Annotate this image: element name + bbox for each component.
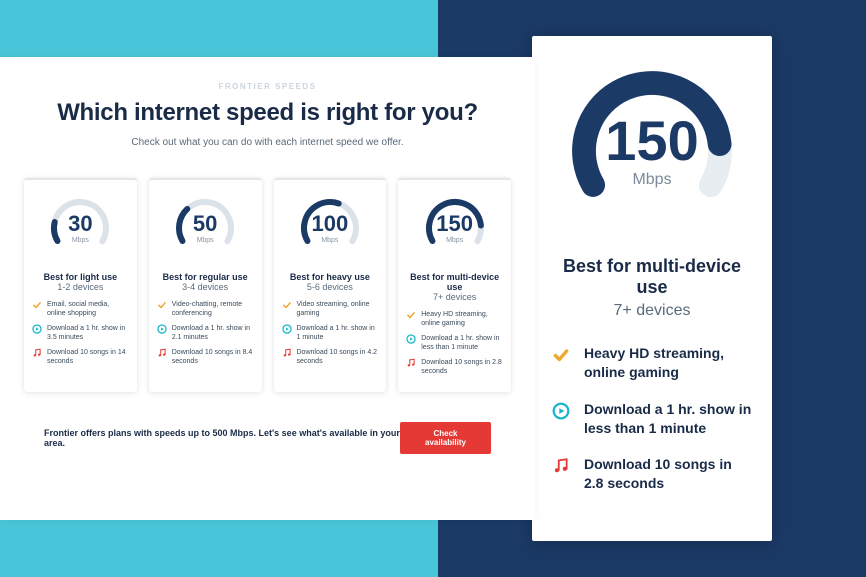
plan-devices: 7+ devices	[552, 302, 752, 320]
plan-devices: 3-4 devices	[157, 282, 254, 292]
feature-text: Download 10 songs in 2.8 seconds	[584, 455, 752, 493]
feature-item: Download 10 songs in 2.8 seconds	[552, 455, 752, 493]
speed-unit: Mbps	[446, 237, 463, 244]
plan-cards: 30 Mbps Best for light use1-2 devices Email…	[10, 178, 525, 392]
feature-item: Heavy HD streaming, online gaming	[406, 310, 503, 329]
feature-item: Download a 1 hr. show in less than 1 min…	[406, 334, 503, 353]
music-icon	[552, 457, 570, 475]
music-icon	[282, 348, 292, 358]
plan-card[interactable]: 30 Mbps Best for light use1-2 devices Email…	[24, 178, 137, 392]
feature-item: Video-chatting, remote conferencing	[157, 300, 254, 319]
speed-gauge: 100 Mbps	[298, 196, 362, 260]
speed-unit: Mbps	[72, 237, 89, 244]
plan-devices: 7+ devices	[406, 292, 503, 302]
play-icon	[406, 334, 416, 344]
footer-row: Frontier offers plans with speeds up to …	[10, 422, 525, 454]
feature-text: Download a 1 hr. show in 2.1 minutes	[172, 324, 254, 343]
speed-gauge: 150 Mbps	[423, 196, 487, 260]
feature-item: Download a 1 hr. show in 2.1 minutes	[157, 324, 254, 343]
music-icon	[32, 348, 42, 358]
speed-unit: Mbps	[197, 237, 214, 244]
plan-title: Best for multi-device use	[406, 272, 503, 292]
page-title: Which internet speed is right for you?	[10, 99, 525, 127]
feature-text: Download a 1 hr. show in 1 minute	[297, 324, 379, 343]
eyebrow: FRONTIER SPEEDS	[10, 82, 525, 91]
speed-value: 150	[605, 113, 698, 169]
speed-unit: Mbps	[321, 237, 338, 244]
play-icon	[157, 324, 167, 334]
feature-text: Email, social media, online shopping	[47, 300, 129, 319]
feature-item: Download a 1 hr. show in 1 minute	[282, 324, 379, 343]
check-icon	[552, 346, 570, 364]
plan-title: Best for light use	[32, 272, 129, 282]
plan-features: Video streaming, online gaming Download a…	[282, 300, 379, 372]
speed-gauge: 150 Mbps	[567, 66, 737, 236]
overview-panel: FRONTIER SPEEDS Which internet speed is …	[0, 0, 438, 577]
speed-value: 150	[436, 213, 473, 235]
music-icon	[406, 358, 416, 368]
check-icon	[32, 300, 42, 310]
plan-features: Heavy HD streaming, online gaming Downloa…	[552, 344, 752, 493]
music-icon	[157, 348, 167, 358]
speed-gauge: 50 Mbps	[173, 196, 237, 260]
check-icon	[406, 310, 416, 320]
plan-features: Email, social media, online shopping Down…	[32, 300, 129, 372]
footer-text: Frontier offers plans with speeds up to …	[44, 428, 400, 448]
overview-card: FRONTIER SPEEDS Which internet speed is …	[0, 57, 535, 520]
play-icon	[552, 402, 570, 420]
play-icon	[32, 324, 42, 334]
plan-card[interactable]: 150 Mbps Best for multi-device use7+ devic…	[398, 178, 511, 392]
plan-features: Video-chatting, remote conferencing Downl…	[157, 300, 254, 372]
speed-value: 100	[312, 213, 349, 235]
feature-item: Video streaming, online gaming	[282, 300, 379, 319]
play-icon	[282, 324, 292, 334]
feature-item: Download a 1 hr. show in less than 1 min…	[552, 400, 752, 438]
plan-title: Best for multi-device use	[552, 256, 752, 298]
feature-item: Download 10 songs in 14 seconds	[32, 348, 129, 367]
plan-features: Heavy HD streaming, online gaming Downloa…	[406, 310, 503, 382]
feature-text: Download a 1 hr. show in 3.5 minutes	[47, 324, 129, 343]
feature-text: Download a 1 hr. show in less than 1 min…	[421, 334, 503, 353]
speed-unit: Mbps	[632, 171, 671, 189]
feature-item: Download 10 songs in 4.2 seconds	[282, 348, 379, 367]
page-subtitle: Check out what you can do with each inte…	[10, 137, 525, 148]
feature-item: Download 10 songs in 2.8 seconds	[406, 358, 503, 377]
feature-text: Video-chatting, remote conferencing	[172, 300, 254, 319]
feature-text: Download 10 songs in 8.4 seconds	[172, 348, 254, 367]
speed-value: 50	[193, 213, 217, 235]
feature-text: Download a 1 hr. show in less than 1 min…	[584, 400, 752, 438]
plan-card[interactable]: 100 Mbps Best for heavy use5-6 devices Vide…	[274, 178, 387, 392]
plan-title: Best for heavy use	[282, 272, 379, 282]
feature-text: Download 10 songs in 14 seconds	[47, 348, 129, 367]
plan-title: Best for regular use	[157, 272, 254, 282]
feature-text: Heavy HD streaming, online gaming	[584, 344, 752, 382]
feature-text: Heavy HD streaming, online gaming	[421, 310, 503, 329]
check-icon	[157, 300, 167, 310]
feature-item: Heavy HD streaming, online gaming	[552, 344, 752, 382]
speed-gauge: 30 Mbps	[48, 196, 112, 260]
feature-text: Video streaming, online gaming	[297, 300, 379, 319]
feature-item: Download 10 songs in 8.4 seconds	[157, 348, 254, 367]
feature-item: Download a 1 hr. show in 3.5 minutes	[32, 324, 129, 343]
plan-detail-card: 150 Mbps Best for multi-device use 7+ de…	[532, 36, 772, 541]
check-availability-button[interactable]: Check availability	[400, 422, 491, 454]
check-icon	[282, 300, 292, 310]
speed-value: 30	[68, 213, 92, 235]
plan-devices: 1-2 devices	[32, 282, 129, 292]
plan-devices: 5-6 devices	[282, 282, 379, 292]
feature-text: Download 10 songs in 4.2 seconds	[297, 348, 379, 367]
feature-item: Email, social media, online shopping	[32, 300, 129, 319]
plan-card[interactable]: 50 Mbps Best for regular use3-4 devices Vid…	[149, 178, 262, 392]
feature-text: Download 10 songs in 2.8 seconds	[421, 358, 503, 377]
